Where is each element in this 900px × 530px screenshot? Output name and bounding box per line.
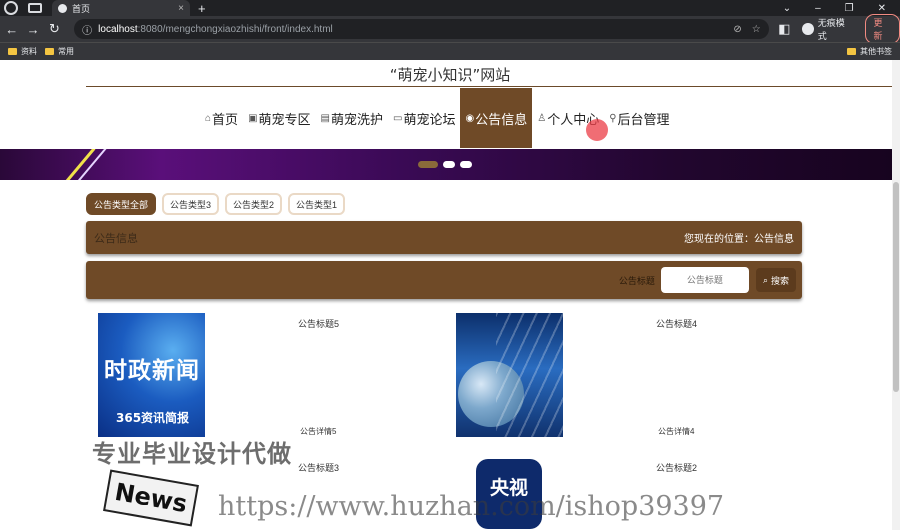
url-path: :8080/mengchongxiaozhishi/front/index.ht… <box>137 23 333 35</box>
search-bar: 公告标题 ⌕搜索 <box>86 261 802 299</box>
forum-icon: ▭ <box>393 112 403 124</box>
image-headline: 时政新闻 <box>104 358 200 384</box>
menu-item-pet-care[interactable]: ▤ 萌宠洗护 <box>316 88 388 148</box>
type-button-3[interactable]: 公告类型3 <box>162 193 220 215</box>
translate-icon[interactable]: ⊘ <box>733 24 741 35</box>
scrollbar-thumb[interactable] <box>893 182 899 392</box>
folder-icon <box>847 48 856 55</box>
new-tab-button[interactable]: + <box>198 1 206 16</box>
menu-label: 萌宠专区 <box>258 111 311 127</box>
forward-button[interactable]: → <box>23 22 42 37</box>
carousel-dot[interactable] <box>443 161 455 168</box>
carousel-dot[interactable] <box>418 161 438 168</box>
menu-item-notices[interactable]: ◉ 公告信息 <box>460 88 533 148</box>
profile-label: 无痕模式 <box>817 18 845 41</box>
globe-icon <box>58 3 67 13</box>
light-rays <box>496 313 563 437</box>
menu-label: 萌宠论坛 <box>403 111 456 127</box>
bookmarks-bar: 资料 常用 其他书签 <box>0 42 900 60</box>
newspaper-graphic: News <box>103 469 199 527</box>
tab-search-icon[interactable] <box>28 3 42 13</box>
notice-icon: ◉ <box>465 112 475 124</box>
search-label: 公告标题 <box>618 275 655 286</box>
menu-label: 公告信息 <box>475 111 528 127</box>
type-button-2[interactable]: 公告类型2 <box>225 193 283 215</box>
close-window-button[interactable]: ✕ <box>878 3 886 14</box>
carousel-dots <box>418 161 472 168</box>
tab-title: 首页 <box>72 3 91 14</box>
other-bookmarks[interactable]: 其他书签 <box>860 46 892 57</box>
address-bar: ← → ↻ ⓘ localhost:8080/mengchongxiaozhis… <box>0 14 900 44</box>
notice-card[interactable]: 公告标题4 公告详情4 <box>444 313 794 437</box>
profile-button[interactable]: 无痕模式 <box>802 16 852 42</box>
carousel-dot[interactable] <box>460 161 472 168</box>
search-button[interactable]: ⌕ 搜索 <box>755 268 796 292</box>
url-field[interactable]: ⓘ localhost:8080/mengchongxiaozhishi/fro… <box>74 19 769 39</box>
notice-detail: 公告详情5 <box>300 427 337 436</box>
bookmark-folder[interactable]: 常用 <box>58 46 74 57</box>
url-host: localhost <box>98 23 138 35</box>
minimize-button[interactable]: – <box>815 3 821 14</box>
menu-label: 后台管理 <box>617 111 670 127</box>
site-title: “萌宠小知识”网站 <box>389 66 511 84</box>
folder-icon <box>45 48 54 55</box>
restore-button[interactable]: ❐ <box>845 3 854 14</box>
back-button[interactable]: ← <box>2 22 21 37</box>
folder-icon <box>8 48 17 55</box>
notice-detail: 公告详情4 <box>658 427 695 436</box>
browser-tab[interactable]: 首页 × <box>52 0 190 16</box>
type-button-1[interactable]: 公告类型1 <box>288 193 346 215</box>
incognito-icon <box>802 23 814 35</box>
search-button-label: 搜索 <box>770 275 789 286</box>
home-icon: ⌂ <box>205 112 212 124</box>
info-icon[interactable]: ⓘ <box>82 22 92 37</box>
main-menu: ⌂ 首页 ▣ 萌宠专区 ▤ 萌宠洗护 ▭ 萌宠论坛 ◉ 公告信息 ♙ 个人中心 ⚲ 后台管理 <box>200 88 675 148</box>
list-icon: ▤ <box>320 112 330 124</box>
search-icon: ⌕ <box>762 274 768 285</box>
bookmark-star-icon[interactable]: ☆ <box>752 24 761 35</box>
notice-image[interactable]: 时政新闻 365资讯简报 <box>98 313 205 437</box>
current-position: 您现在的位置：公告信息 <box>684 234 794 245</box>
cursor-highlight <box>586 119 608 141</box>
bookmark-folder[interactable]: 资料 <box>21 46 37 57</box>
menu-label: 萌宠洗护 <box>330 111 383 127</box>
notice-card[interactable]: 时政新闻 365资讯简报 公告标题5 公告详情5 <box>86 313 436 437</box>
image-subtitle: 365资讯简报 <box>116 411 190 425</box>
notice-title[interactable]: 公告标题3 <box>298 461 339 474</box>
close-tab-icon[interactable]: × <box>178 3 184 14</box>
section-title: 公告信息 <box>94 232 138 245</box>
side-panel-icon[interactable]: ◧ <box>775 21 794 37</box>
browser-menu-icon[interactable] <box>4 1 18 15</box>
grid-icon: ▣ <box>248 112 258 124</box>
chevron-down-icon[interactable]: ⌄ <box>783 3 791 14</box>
user-icon: ♙ <box>537 112 547 124</box>
menu-item-admin[interactable]: ⚲ 后台管理 <box>604 88 674 148</box>
menu-item-pet-zone[interactable]: ▣ 萌宠专区 <box>243 88 315 148</box>
watermark-url: https://www.huzhan.com/ishop39397 <box>218 491 725 522</box>
menu-item-forum[interactable]: ▭ 萌宠论坛 <box>388 88 460 148</box>
menu-item-home[interactable]: ⌂ 首页 <box>200 88 243 148</box>
notice-title[interactable]: 公告标题2 <box>656 461 697 474</box>
divider <box>86 86 892 87</box>
watermark-text: 专业毕业设计代做 <box>92 440 292 468</box>
notice-image[interactable] <box>456 313 563 437</box>
notice-title[interactable]: 公告标题5 <box>298 317 339 330</box>
menu-label: 首页 <box>212 111 239 127</box>
notice-type-filter: 公告类型全部 公告类型3 公告类型2 公告类型1 <box>86 193 346 215</box>
breadcrumb: 公告信息 您现在的位置：公告信息 <box>86 221 802 254</box>
reload-button[interactable]: ↻ <box>45 21 64 37</box>
browser-tab-strip: 首页 × + ⌄ – ❐ ✕ <box>0 0 900 16</box>
search-input[interactable] <box>660 267 749 293</box>
link-icon: ⚲ <box>609 112 617 124</box>
update-button[interactable]: 更新 <box>864 14 900 44</box>
notice-title[interactable]: 公告标题4 <box>656 317 697 330</box>
type-button-all[interactable]: 公告类型全部 <box>86 193 157 215</box>
